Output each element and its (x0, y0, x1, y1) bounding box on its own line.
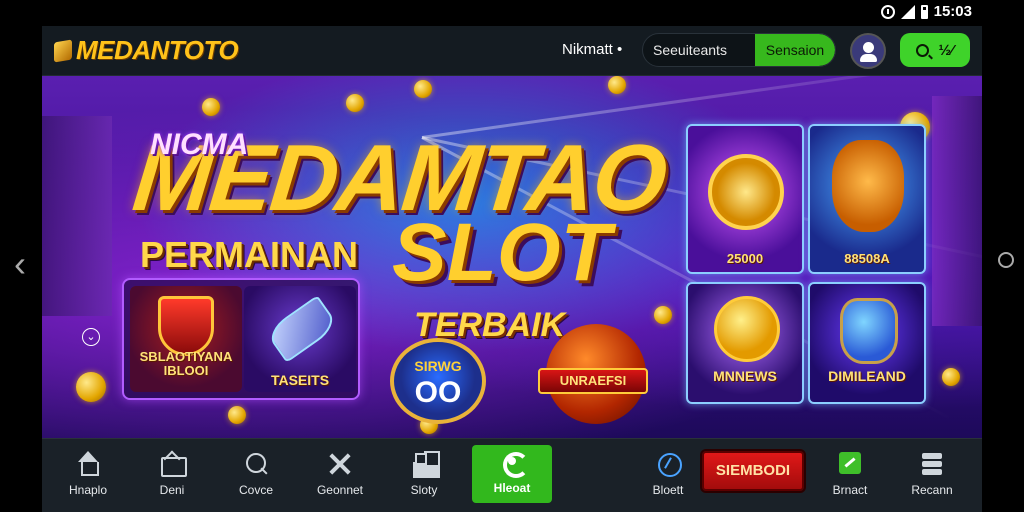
emblem-wheel: SIRWG OO (390, 338, 486, 424)
search-icon (242, 451, 270, 477)
slot-machine-right (932, 96, 982, 326)
back-chevron-icon[interactable]: ‹ (6, 246, 34, 282)
game-tile[interactable]: MNNEWS (686, 282, 804, 404)
nav-item-search[interactable]: Covce (220, 447, 292, 507)
promo-banner[interactable]: MEDAMTAO NICMA PERMAINAN SLOT TERBAIK ⌄ … (42, 76, 982, 438)
feature-card-label: TASEITS (270, 372, 330, 388)
red-action-button[interactable]: SIEMBODI (702, 451, 804, 491)
signal-icon (900, 4, 915, 19)
tile-label: MNNEWS (713, 368, 777, 384)
grid-icon (410, 451, 438, 477)
logo-cube-icon (54, 38, 72, 63)
coin-icon (654, 306, 672, 324)
tile-label: DIMILEAND (828, 368, 906, 384)
nav-label: Geonnet (316, 483, 364, 497)
battery-icon (920, 4, 928, 19)
game-tile[interactable]: DIMILEAND (808, 282, 926, 404)
info-icon[interactable]: ⌄ (82, 328, 100, 346)
game-tile[interactable]: 88508A (808, 124, 926, 274)
tile-label: 88508A (844, 251, 890, 266)
wheel-icon (708, 154, 784, 230)
avatar[interactable] (850, 33, 886, 69)
nav-item-grid[interactable]: Sloty (388, 447, 460, 507)
nav-label: Deni (159, 483, 185, 497)
coin-icon (228, 406, 246, 424)
logo[interactable]: MEDANTOTO (54, 35, 239, 66)
nav-item-mail[interactable]: Deni (136, 447, 208, 507)
tools-icon (326, 451, 354, 477)
search-input[interactable] (643, 34, 755, 66)
bottom-nav: Hnaplo Deni Covce Geonnet Sloty Hleoat B… (42, 438, 982, 512)
action-button-label: ½⁄ (935, 41, 954, 59)
nav-item-home[interactable]: Hnaplo (52, 447, 124, 507)
star-coin-icon (714, 296, 780, 362)
coin-icon (608, 76, 626, 94)
nav-label: Hnaplo (68, 483, 108, 497)
nav-label: Brnact (832, 483, 868, 497)
coin-icon (76, 372, 106, 402)
nav-link[interactable]: Nikmatt • (562, 41, 622, 58)
status-bar: 15:03 (0, 0, 1024, 24)
shield-icon (158, 296, 214, 356)
home-circle-icon[interactable] (998, 252, 1014, 268)
emblem-text: SIRWG (414, 358, 462, 374)
mail-icon (158, 451, 187, 477)
compass-icon (654, 451, 682, 477)
nav-label: Sloty (410, 483, 438, 497)
edit-icon (836, 451, 864, 477)
nav-item-edit[interactable]: Brnact (814, 447, 886, 507)
blade-icon (264, 295, 340, 363)
emblem-ribbon: UNRAEFSI (538, 368, 648, 394)
feature-card-blade[interactable]: TASEITS (244, 286, 356, 392)
emblem-oo: OO (414, 376, 462, 409)
home-icon (74, 451, 102, 477)
search-box: Sensaion (642, 33, 836, 67)
stack-icon (918, 451, 946, 477)
header: MEDANTOTO Nikmatt • Sensaion ½⁄ (42, 26, 982, 76)
banner-title-permainan: PERMAINAN (140, 234, 359, 275)
magnifier-icon (916, 43, 930, 57)
status-time: 15:03 (933, 3, 972, 20)
alarm-icon (880, 4, 895, 19)
coin-icon (202, 98, 220, 116)
nav-item-active[interactable]: Hleoat (472, 445, 552, 503)
banner-title-small: NICMA (150, 128, 249, 161)
vase-icon (840, 298, 898, 364)
logo-text: MEDANTOTO (76, 35, 239, 65)
nav-label: Bloett (652, 483, 684, 497)
nav-item-tools[interactable]: Geonnet (304, 447, 376, 507)
tile-label: 25000 (726, 251, 764, 266)
feature-panel: SBLAOTIYANA IBLOOI TASEITS (122, 278, 360, 400)
slot-machine-left (42, 116, 112, 316)
coin-icon (942, 368, 960, 386)
feature-card-shield[interactable]: SBLAOTIYANA IBLOOI (130, 286, 242, 392)
nav-item-stack[interactable]: Recann (896, 447, 968, 507)
nav-label: Recann (911, 483, 953, 497)
status-icons: 15:03 (880, 3, 972, 20)
lion-icon (832, 140, 904, 232)
nav-item-compass[interactable]: Bloett (632, 447, 704, 507)
banner-title-slot: SLOT (392, 207, 611, 298)
nav-label: Covce (238, 483, 273, 497)
search-button[interactable]: Sensaion (755, 34, 835, 66)
coin-icon (414, 80, 432, 98)
app-window: MEDANTOTO Nikmatt • Sensaion ½⁄ MEDAMTAO… (42, 26, 982, 512)
search-action-button[interactable]: ½⁄ (900, 33, 970, 67)
coin-icon (346, 94, 364, 112)
game-tile[interactable]: 25000 (686, 124, 804, 274)
refresh-icon (498, 449, 529, 478)
nav-label: Hleoat (493, 481, 531, 495)
feature-card-label: SBLAOTIYANA IBLOOI (139, 349, 233, 378)
